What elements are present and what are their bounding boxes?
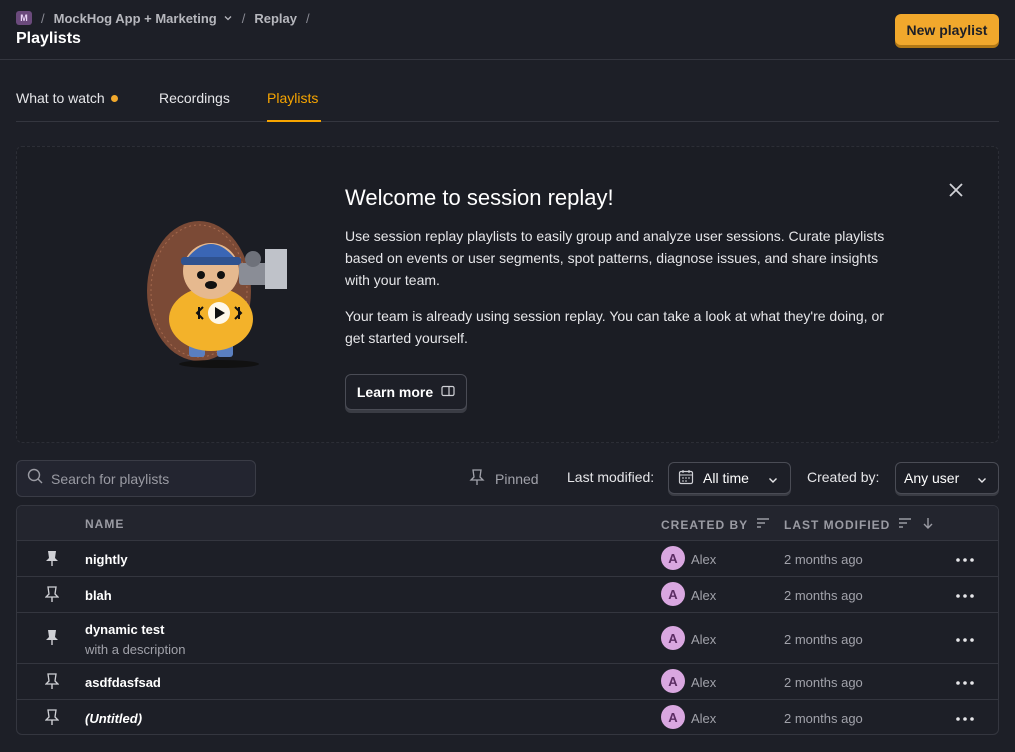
table-row[interactable]: blah A Alex 2 months ago <box>17 577 998 613</box>
avatar: A <box>661 546 685 570</box>
last-modified-text: 2 months ago <box>784 588 863 603</box>
created-by-select[interactable]: Any user <box>895 462 999 494</box>
welcome-title: Welcome to session replay! <box>345 185 614 210</box>
breadcrumb: M / MockHog App + Marketing / Replay / <box>16 10 319 26</box>
last-modified-select[interactable]: All time <box>668 462 791 494</box>
last-modified-text: 2 months ago <box>784 632 863 647</box>
created-by-label: Created by: <box>807 469 880 485</box>
arrow-down-icon <box>914 517 934 532</box>
last-modified-text: 2 months ago <box>784 552 863 567</box>
breadcrumb-separator: / <box>41 10 45 26</box>
learn-more-label: Learn more <box>356 384 434 400</box>
breadcrumb-separator: / <box>306 10 310 26</box>
avatar: A <box>661 626 685 650</box>
table-row[interactable]: dynamic test with a description A Alex 2… <box>17 613 998 664</box>
chevron-down-icon[interactable] <box>223 13 233 23</box>
tab-playlists[interactable]: Playlists <box>267 90 318 106</box>
column-header-label: NAME <box>85 517 125 531</box>
breadcrumb-replay[interactable]: Replay <box>254 11 297 26</box>
breadcrumb-project[interactable]: MockHog App + Marketing <box>54 11 217 26</box>
playlist-name[interactable]: dynamic test <box>85 622 164 637</box>
avatar: A <box>661 669 685 693</box>
learn-more-button[interactable]: Learn more <box>345 374 467 410</box>
tab-recordings[interactable]: Recordings <box>159 90 230 106</box>
tab-label: What to watch <box>16 90 105 106</box>
search-field[interactable] <box>16 460 256 497</box>
top-bar: M / MockHog App + Marketing / Replay / P… <box>0 0 1015 60</box>
welcome-description: Use session replay playlists to easily g… <box>345 228 885 288</box>
tab-what-to-watch[interactable]: What to watch <box>16 90 118 106</box>
more-options-icon[interactable] <box>955 552 975 568</box>
pin-outline-icon[interactable] <box>44 673 60 696</box>
last-modified-label: Last modified: <box>567 469 655 485</box>
pinned-filter-toggle[interactable]: Pinned <box>469 468 539 489</box>
playlist-name[interactable]: (Untitled) <box>85 711 142 726</box>
playlist-name[interactable]: asdfdasfsad <box>85 675 161 690</box>
more-options-icon[interactable] <box>955 588 975 604</box>
table-row[interactable]: asdfdasfsad A Alex 2 months ago <box>17 664 998 700</box>
sort-icon <box>890 517 912 532</box>
creator-name: Alex <box>691 632 717 647</box>
playlist-name[interactable]: nightly <box>85 552 128 567</box>
playlists-table: NAME CREATED BY LAST MODIFIED nightly A … <box>16 505 999 735</box>
pin-outline-icon[interactable] <box>44 709 60 732</box>
avatar: A <box>661 582 685 606</box>
search-icon <box>27 468 43 489</box>
column-header-name[interactable]: NAME <box>85 517 124 531</box>
welcome-team-note: Your team is already using session repla… <box>345 308 884 346</box>
close-icon[interactable] <box>947 181 965 199</box>
column-header-last-modified[interactable]: LAST MODIFIED <box>784 517 934 532</box>
creator-name: Alex <box>691 552 717 567</box>
breadcrumb-separator: / <box>241 10 246 26</box>
table-row[interactable]: (Untitled) A Alex 2 months ago <box>17 700 998 734</box>
org-badge[interactable]: M <box>16 11 32 25</box>
pin-filled-icon[interactable] <box>45 550 59 573</box>
last-modified-text: 2 months ago <box>784 711 863 726</box>
pin-icon <box>469 468 495 489</box>
pinned-label: Pinned <box>495 470 539 487</box>
tab-label: Playlists <box>267 90 319 106</box>
more-options-icon[interactable] <box>955 675 975 691</box>
active-tab-indicator <box>267 120 321 122</box>
playlist-description: with a description <box>85 642 186 657</box>
external-link-icon <box>433 384 455 400</box>
creator-name: Alex <box>691 675 717 690</box>
creator-name: Alex <box>691 588 717 603</box>
column-header-created-by[interactable]: CREATED BY <box>661 517 770 532</box>
chevron-down-icon <box>767 473 779 489</box>
page-title: Playlists <box>16 30 81 47</box>
new-playlist-button[interactable]: New playlist <box>895 14 999 45</box>
column-header-label: LAST MODIFIED <box>784 517 891 532</box>
table-row[interactable]: nightly A Alex 2 months ago <box>17 541 998 577</box>
avatar: A <box>661 705 685 729</box>
created-by-value: Any user <box>904 470 960 486</box>
creator-name: Alex <box>691 711 717 726</box>
last-modified-text: 2 months ago <box>784 675 863 690</box>
pin-filled-icon[interactable] <box>45 629 59 652</box>
playlist-name[interactable]: blah <box>85 588 112 603</box>
notification-dot <box>110 94 118 102</box>
welcome-panel: Welcome to session replay! Use session r… <box>16 146 999 443</box>
table-header: NAME CREATED BY LAST MODIFIED <box>17 506 998 541</box>
tab-bar: What to watch Recordings Playlists <box>16 78 999 122</box>
column-header-label: CREATED BY <box>661 517 749 532</box>
calendar-icon <box>678 469 694 488</box>
chevron-down-icon <box>976 473 988 489</box>
search-input[interactable] <box>51 470 251 487</box>
more-options-icon[interactable] <box>955 632 975 648</box>
sort-icon <box>748 517 770 532</box>
tab-label: Recordings <box>159 90 230 106</box>
hedgehog-illustration <box>141 219 301 369</box>
pin-outline-icon[interactable] <box>44 586 60 609</box>
last-modified-value: All time <box>703 470 749 486</box>
more-options-icon[interactable] <box>955 711 975 727</box>
